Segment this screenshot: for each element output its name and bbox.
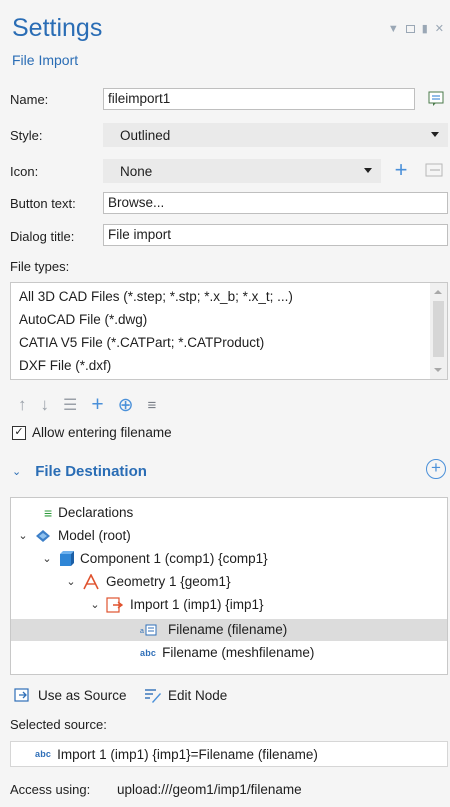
allow-entering-checkbox-row[interactable]: ✓ Allow entering filename bbox=[12, 425, 172, 440]
use-as-source-button[interactable]: Use as Source bbox=[14, 687, 127, 703]
import-icon-button[interactable] bbox=[423, 160, 447, 180]
model-icon bbox=[36, 530, 50, 542]
chevron-down-icon: ⌄ bbox=[12, 466, 22, 478]
chevron-down-icon[interactable]: ⌄ bbox=[90, 594, 100, 616]
abc-icon: abc bbox=[140, 648, 157, 658]
style-select[interactable]: Outlined bbox=[103, 123, 448, 147]
import-icon bbox=[106, 597, 124, 613]
chevron-down-icon[interactable]: ⌄ bbox=[18, 525, 28, 547]
file-types-label: File types: bbox=[10, 259, 70, 274]
list-item[interactable]: All 3D CAD Files (*.step; *.stp; *.x_b; … bbox=[11, 285, 447, 308]
tree-node-label: Import 1 (imp1) {imp1} bbox=[130, 597, 264, 612]
delete-list-icon[interactable]: ☰ bbox=[63, 395, 77, 415]
edit-list-icon[interactable]: ≡ bbox=[148, 397, 157, 414]
style-label: Style: bbox=[10, 128, 43, 143]
tree-node-label: Geometry 1 {geom1} bbox=[106, 574, 231, 589]
chevron-down-icon[interactable]: ⌄ bbox=[42, 548, 52, 570]
chevron-down-icon bbox=[431, 132, 439, 137]
scroll-up-icon[interactable] bbox=[434, 290, 442, 294]
icon-label: Icon: bbox=[10, 164, 39, 179]
button-text-label: Button text: bbox=[10, 196, 76, 211]
allow-entering-checkbox[interactable]: ✓ bbox=[12, 425, 26, 440]
use-as-source-icon bbox=[14, 688, 29, 702]
section-title: File Destination bbox=[35, 463, 147, 480]
close-icon[interactable]: ✕ bbox=[435, 22, 444, 35]
component-icon bbox=[60, 551, 74, 566]
tree-node-geometry[interactable]: ⌄ Geometry 1 {geom1} bbox=[66, 571, 231, 593]
tree-node-label: Declarations bbox=[58, 505, 134, 520]
tree-node-label: Filename (filename) bbox=[168, 622, 288, 637]
tree-node-component[interactable]: ⌄ Component 1 (comp1) {comp1} bbox=[42, 548, 268, 570]
tree-node-declarations[interactable]: ≡ Declarations bbox=[44, 502, 133, 524]
scroll-thumb[interactable] bbox=[433, 301, 444, 357]
selected-source-value: Import 1 (imp1) {imp1}=Filename (filenam… bbox=[57, 746, 318, 762]
tree-node-label: Filename (meshfilename) bbox=[162, 645, 315, 660]
add-icon-button[interactable]: + bbox=[389, 158, 413, 182]
svg-text:a: a bbox=[140, 628, 144, 635]
tree-node-import[interactable]: ⌄ Import 1 (imp1) {imp1} bbox=[90, 594, 264, 616]
tree-node-label: Component 1 (comp1) {comp1} bbox=[80, 551, 268, 566]
abc-icon: abc bbox=[35, 749, 52, 759]
list-scrollbar[interactable] bbox=[430, 283, 447, 379]
dialog-title-field[interactable]: File import bbox=[103, 224, 448, 246]
add-destination-icon[interactable]: + bbox=[426, 459, 446, 479]
panel-subtitle: File Import bbox=[12, 52, 79, 68]
edit-node-button[interactable]: Edit Node bbox=[144, 687, 227, 703]
move-down-icon[interactable]: ↓ bbox=[41, 395, 50, 415]
icon-select-value: None bbox=[120, 164, 153, 179]
pin-icon[interactable]: ▮ bbox=[422, 22, 428, 35]
edit-node-label: Edit Node bbox=[168, 687, 228, 703]
list-toolbar: ↑ ↓ ☰ + ⊕ ≡ bbox=[18, 393, 156, 417]
window-controls: ▼ ▮ ✕ bbox=[388, 22, 444, 36]
selected-source-label: Selected source: bbox=[10, 717, 107, 732]
icon-select[interactable]: None bbox=[103, 159, 381, 183]
use-as-source-label: Use as Source bbox=[38, 687, 127, 703]
name-field[interactable]: fileimport1 bbox=[103, 88, 415, 110]
access-using-value: upload:///geom1/imp1/filename bbox=[117, 782, 302, 797]
list-item[interactable]: DXF File (*.dxf) bbox=[11, 354, 447, 377]
tree-node-label: Model (root) bbox=[58, 528, 131, 543]
add-icon[interactable]: + bbox=[91, 393, 103, 417]
chevron-down-icon[interactable]: ⌄ bbox=[66, 571, 76, 593]
list-item[interactable]: AutoCAD File (*.dwg) bbox=[11, 308, 447, 331]
add-circle-icon[interactable]: ⊕ bbox=[118, 394, 134, 417]
style-select-value: Outlined bbox=[120, 128, 171, 143]
dialog-title-label: Dialog title: bbox=[10, 229, 75, 244]
tree-node-filename[interactable]: a Filename (filename) bbox=[140, 619, 287, 641]
tree-node-model[interactable]: ⌄ Model (root) bbox=[18, 525, 131, 547]
panel-title: Settings bbox=[12, 14, 103, 42]
declarations-icon: ≡ bbox=[44, 505, 53, 521]
geometry-icon bbox=[83, 574, 99, 590]
scroll-down-icon[interactable] bbox=[434, 368, 442, 372]
file-destination-header[interactable]: ⌄ File Destination bbox=[12, 463, 147, 480]
button-text-field[interactable]: Browse... bbox=[103, 192, 448, 214]
dropdown-icon[interactable]: ▼ bbox=[388, 23, 399, 35]
tree-node-meshfilename[interactable]: abc Filename (meshfilename) bbox=[140, 642, 314, 664]
move-up-icon[interactable]: ↑ bbox=[18, 395, 27, 415]
access-using-label: Access using: bbox=[10, 782, 91, 797]
list-item[interactable]: CATIA V5 File (*.CATPart; *.CATProduct) bbox=[11, 331, 447, 354]
file-types-list[interactable]: All 3D CAD Files (*.step; *.stp; *.x_b; … bbox=[10, 282, 448, 380]
maximize-icon[interactable] bbox=[405, 24, 415, 33]
allow-entering-label: Allow entering filename bbox=[32, 425, 172, 440]
edit-node-icon bbox=[145, 689, 161, 703]
selected-source-field: abc Import 1 (imp1) {imp1}=Filename (fil… bbox=[10, 741, 448, 767]
file-node-icon: a bbox=[140, 624, 157, 636]
name-label: Name: bbox=[10, 92, 49, 107]
form-editor-icon[interactable] bbox=[427, 88, 447, 110]
chevron-down-icon bbox=[364, 168, 372, 173]
